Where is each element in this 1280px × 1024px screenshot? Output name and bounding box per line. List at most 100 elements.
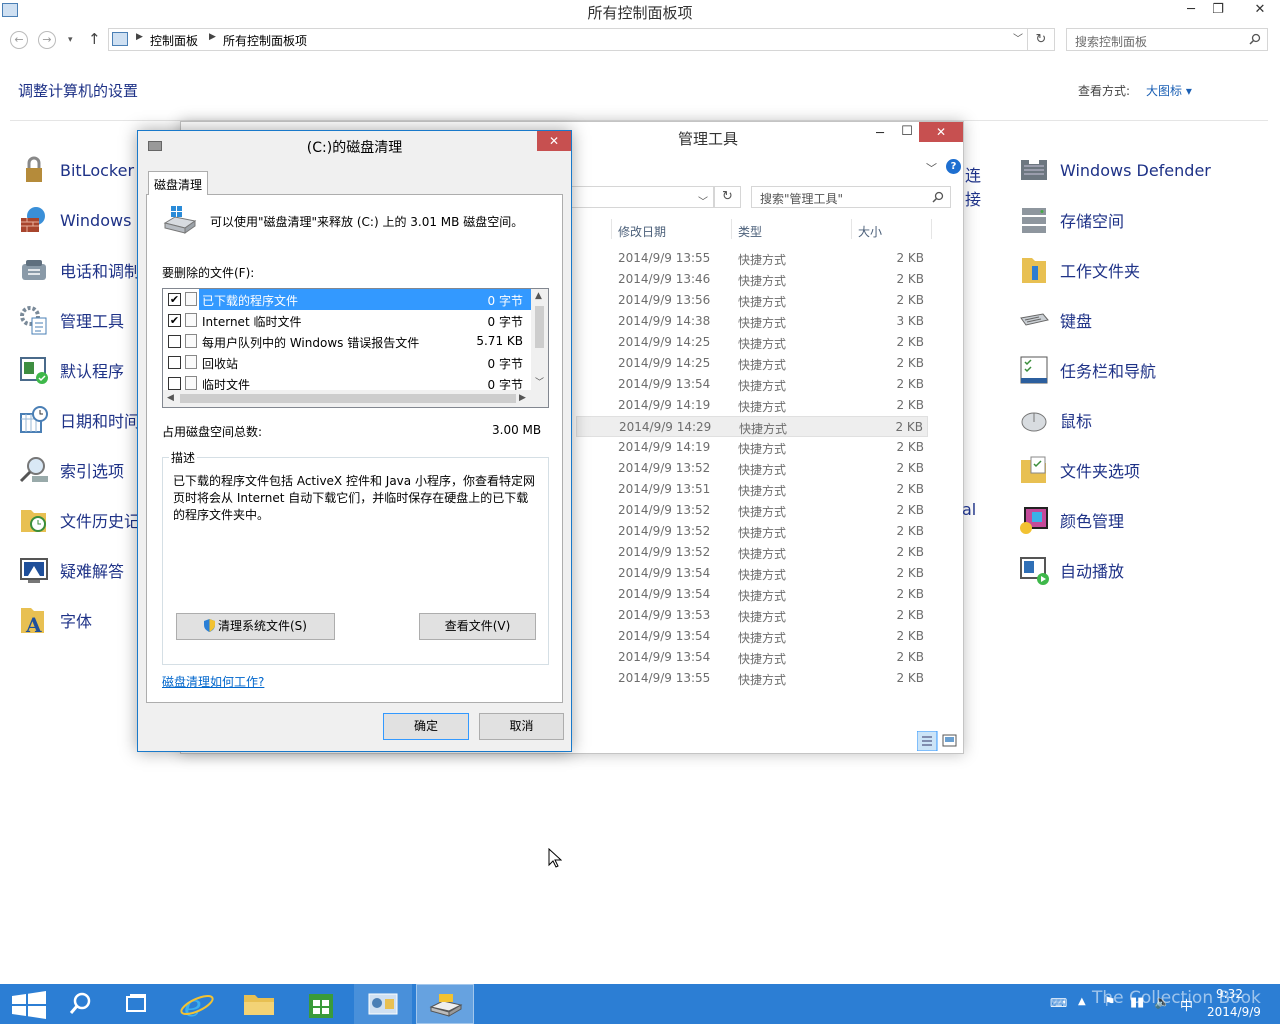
table-row[interactable]: 2014/9/9 14:25 快捷方式 2 KB (576, 332, 928, 353)
column-divider[interactable] (731, 219, 732, 239)
keyboard-tray-icon[interactable]: ⌨ (1050, 996, 1067, 1010)
taskbar-control-panel[interactable] (354, 984, 412, 1024)
view-files-button[interactable]: 查看文件(V) (419, 613, 536, 640)
table-row[interactable]: 2014/9/9 13:52 快捷方式 2 KB (576, 458, 928, 479)
table-row[interactable]: 2014/9/9 13:56 快捷方式 2 KB (576, 290, 928, 311)
cp-item-file-history[interactable]: 文件历史记 (18, 502, 140, 538)
search-icon[interactable] (1249, 33, 1261, 45)
scroll-left-icon[interactable]: ◀ (167, 393, 174, 403)
file-checkbox[interactable] (168, 335, 181, 348)
list-item[interactable]: 回收站 0 字节 (163, 352, 531, 373)
close-button[interactable]: ✕ (1240, 0, 1280, 20)
view-by-dropdown[interactable]: 大图标 ▾ (1146, 82, 1192, 99)
column-header-type[interactable]: 类型 (738, 223, 762, 240)
scroll-right-icon[interactable]: ▶ (519, 393, 526, 403)
column-divider[interactable] (611, 219, 612, 239)
column-divider[interactable] (931, 219, 932, 239)
cp-item-storage-spaces[interactable]: 存储空间 (1018, 202, 1124, 238)
show-hidden-icons-icon[interactable]: ▲ (1078, 996, 1086, 1007)
forward-button[interactable]: → (38, 31, 56, 49)
taskbar-ie[interactable]: e (168, 984, 226, 1024)
table-row[interactable]: 2014/9/9 13:54 快捷方式 2 KB (576, 626, 928, 647)
column-header-size[interactable]: 大小 (858, 223, 882, 240)
list-item[interactable]: 每用户队列中的 Windows 错误报告文件 5.71 KB (163, 331, 531, 352)
table-row[interactable]: 2014/9/9 13:46 快捷方式 2 KB (576, 269, 928, 290)
breadcrumb-all-items[interactable]: 所有控制面板项 (223, 32, 307, 49)
breadcrumb-control-panel[interactable]: 控制面板 (150, 32, 198, 49)
column-header-date[interactable]: 修改日期 (618, 223, 666, 240)
list-item[interactable]: ✔ Internet 临时文件 0 字节 (163, 310, 531, 331)
task-view-button[interactable] (108, 984, 166, 1024)
table-row[interactable]: 2014/9/9 13:52 快捷方式 2 KB (576, 500, 928, 521)
scroll-down-icon[interactable]: ﹀ (535, 375, 544, 388)
help-icon[interactable]: ? (946, 159, 961, 174)
table-row[interactable]: 2014/9/9 13:54 快捷方式 2 KB (576, 584, 928, 605)
list-item[interactable]: ✔ 已下载的程序文件 0 字节 (163, 289, 531, 310)
admin-search-input[interactable]: 搜索"管理工具" (751, 186, 951, 208)
how-cleanup-works-link[interactable]: 磁盘清理如何工作? (162, 673, 264, 690)
file-checkbox[interactable] (168, 377, 181, 390)
cp-item-phone-modem[interactable]: 电话和调制 (18, 252, 140, 288)
maximize-button[interactable]: ❐ (1205, 0, 1231, 20)
taskbar-store[interactable] (292, 984, 350, 1024)
cp-item-windows-firewall[interactable]: Windows (18, 202, 131, 238)
back-button[interactable]: ← (10, 31, 28, 49)
table-row[interactable]: 2014/9/9 13:55 快捷方式 2 KB (576, 668, 928, 689)
scroll-thumb[interactable] (180, 394, 516, 403)
cp-item-troubleshooting[interactable]: 疑难解答 (18, 552, 124, 588)
minimize-button[interactable]: ─ (867, 124, 893, 144)
recent-pages-chevron-icon[interactable]: ▾ (68, 35, 73, 45)
cp-item-admin-tools[interactable]: 管理工具 (18, 302, 124, 338)
chevron-right-icon[interactable]: ▶ (136, 32, 143, 42)
cp-item-work-folders[interactable]: 工作文件夹 (1018, 252, 1140, 288)
table-row[interactable]: 2014/9/9 13:55 快捷方式 2 KB (576, 248, 928, 269)
admin-address-bar[interactable]: ﹀ (571, 186, 714, 208)
taskbar-file-explorer[interactable] (230, 984, 288, 1024)
chevron-right-icon[interactable]: ▶ (209, 32, 216, 42)
cp-item-taskbar-navigation[interactable]: 任务栏和导航 (1018, 352, 1156, 388)
cp-item-keyboard[interactable]: 键盘 (1018, 302, 1092, 338)
cp-item-indexing-options[interactable]: 索引选项 (18, 452, 124, 488)
table-row[interactable]: 2014/9/9 13:54 快捷方式 2 KB (576, 374, 928, 395)
taskbar-disk-cleanup[interactable] (416, 984, 474, 1024)
table-row[interactable]: 2014/9/9 14:19 快捷方式 2 KB (576, 395, 928, 416)
close-button[interactable]: ✕ (537, 131, 571, 151)
cp-item-color-management[interactable]: 颜色管理 (1018, 502, 1124, 538)
table-row[interactable]: 2014/9/9 13:53 快捷方式 2 KB (576, 605, 928, 626)
cp-item-autoplay[interactable]: 自动播放 (1018, 552, 1124, 588)
column-divider[interactable] (851, 219, 852, 239)
cp-item-fonts[interactable]: A 字体 (18, 602, 92, 638)
refresh-button[interactable]: ↻ (1028, 28, 1055, 51)
cp-item-folder-options[interactable]: 文件夹选项 (1018, 452, 1140, 488)
minimize-button[interactable]: ─ (1178, 0, 1204, 20)
ribbon-expand-chevron-icon[interactable]: ﹀ (926, 160, 937, 176)
search-input[interactable]: 搜索控制面板 (1066, 28, 1268, 51)
address-dropdown-icon[interactable]: ﹀ (1009, 29, 1027, 50)
address-bar[interactable]: ▶ 控制面板 ▶ 所有控制面板项 ﹀ (108, 28, 1028, 51)
search-icon[interactable] (932, 191, 944, 203)
address-dropdown-icon[interactable]: ﹀ (698, 193, 708, 208)
horizontal-scrollbar[interactable]: ◀ ▶ (163, 390, 548, 407)
scroll-thumb[interactable] (535, 306, 544, 348)
table-row[interactable]: 2014/9/9 14:38 快捷方式 3 KB (576, 311, 928, 332)
file-checkbox[interactable]: ✔ (168, 293, 181, 306)
maximize-button[interactable]: ☐ (894, 122, 920, 142)
table-row[interactable]: 2014/9/9 13:52 快捷方式 2 KB (576, 542, 928, 563)
table-row[interactable]: 2014/9/9 13:52 快捷方式 2 KB (576, 521, 928, 542)
files-listbox[interactable]: ✔ 已下载的程序文件 0 字节 ✔ Internet 临时文件 0 字节 每用户队列中的 W… (162, 288, 549, 408)
table-row[interactable]: 2014/9/9 14:25 快捷方式 2 KB (576, 353, 928, 374)
search-button[interactable] (50, 984, 108, 1024)
cp-item-windows-defender[interactable]: Windows Defender (1018, 152, 1211, 188)
table-row[interactable]: 2014/9/9 13:54 快捷方式 2 KB (576, 647, 928, 668)
refresh-button[interactable]: ↻ (714, 186, 741, 208)
table-row[interactable]: 2014/9/9 14:19 快捷方式 2 KB (576, 437, 928, 458)
cp-item-mouse[interactable]: 鼠标 (1018, 402, 1092, 438)
vertical-scrollbar[interactable]: ▲ ﹀ (531, 289, 548, 390)
close-button[interactable]: ✕ (919, 122, 963, 142)
scroll-up-icon[interactable]: ▲ (535, 291, 542, 301)
cancel-button[interactable]: 取消 (479, 713, 564, 740)
file-checkbox[interactable] (168, 356, 181, 369)
ok-button[interactable]: 确定 (383, 713, 469, 740)
clean-system-files-button[interactable]: 清理系统文件(S) (176, 613, 335, 640)
table-row[interactable]: 2014/9/9 13:51 快捷方式 2 KB (576, 479, 928, 500)
